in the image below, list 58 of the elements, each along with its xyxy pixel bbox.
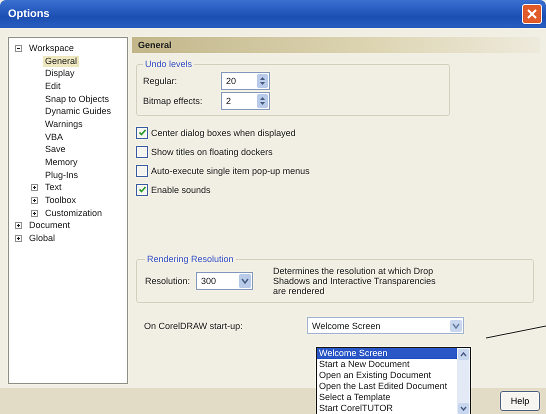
tree-item[interactable]: Warnings (43, 118, 85, 130)
tree-item[interactable]: Toolbox (43, 195, 78, 206)
dropdown-option[interactable]: Select a Template (317, 392, 457, 403)
spinner-arrows-icon[interactable] (257, 94, 268, 108)
checkbox-label: Auto-execute single item pop-up menus (151, 166, 310, 176)
dropdown-option[interactable]: Start a New Document (317, 359, 457, 370)
description-text: Determines the resolution at which Drop Shadows and Interactive Transparencies are rendered (273, 266, 437, 296)
scrollbar[interactable] (457, 348, 470, 414)
tree-item[interactable]: Workspace (27, 42, 76, 54)
field-label: Regular: (143, 76, 178, 86)
help-button[interactable]: Help (500, 391, 540, 411)
dropdown-option[interactable]: Open an Existing Document (317, 370, 457, 381)
checkbox-label: Center dialog boxes when displayed (151, 128, 296, 138)
dropdown-option[interactable]: Welcome Screen (317, 348, 457, 359)
expander-icon[interactable] (31, 197, 38, 204)
tree-item[interactable]: General (43, 56, 80, 67)
startup-dropdown[interactable]: Welcome Screen (307, 317, 464, 334)
expander-icon[interactable] (31, 184, 38, 192)
leader-line (486, 326, 546, 338)
tree-item[interactable]: VBA (43, 132, 66, 143)
scroll-down-icon[interactable] (458, 403, 469, 414)
group-title: Rendering Resolution (146, 254, 235, 264)
scroll-up-icon[interactable] (458, 349, 469, 360)
close-icon (527, 9, 537, 19)
checkbox[interactable] (136, 126, 148, 138)
window-title: Options (8, 8, 50, 20)
expander-icon[interactable] (15, 235, 22, 242)
field-label: Bitmap effects: (143, 96, 204, 106)
tree-item[interactable]: Edit (43, 80, 63, 92)
dropdown-option[interactable]: Open the Last Edited Document (317, 381, 457, 392)
checkbox[interactable] (136, 164, 148, 176)
spin-field[interactable]: 20 (221, 72, 270, 90)
field-label: On CorelDRAW start-up: (143, 320, 244, 330)
panel-header: General (132, 37, 540, 53)
checkbox[interactable] (136, 184, 148, 196)
expander-icon[interactable] (15, 44, 22, 52)
checkbox-label: Show titles on floating dockers (151, 146, 273, 156)
tree-item[interactable]: Memory (43, 157, 80, 168)
checkbox-label: Enable sounds (151, 184, 211, 194)
dropdown-option[interactable]: Start CorelTUTOR (317, 403, 457, 414)
resolution-dropdown[interactable]: 300 (196, 272, 254, 290)
tree-item[interactable]: Display (43, 68, 77, 80)
tree-item[interactable]: Plug-Ins (43, 170, 80, 181)
tree-item[interactable]: Save (43, 144, 68, 156)
tree-item[interactable]: Snap to Objects (43, 94, 112, 105)
tree-item[interactable]: Global (27, 233, 58, 244)
spinner-arrows-icon[interactable] (257, 74, 268, 88)
expander-icon[interactable] (15, 222, 22, 230)
field-label: Resolution: (145, 276, 190, 286)
checkbox[interactable] (136, 146, 148, 158)
expander-icon[interactable] (31, 210, 38, 217)
close-button[interactable] (522, 4, 542, 24)
tree-item[interactable]: Document (27, 220, 72, 232)
tree-item[interactable]: Text (43, 182, 64, 194)
group-title: Undo levels (144, 59, 194, 69)
tree-item[interactable]: Dynamic Guides (43, 106, 114, 118)
spin-field[interactable]: 2 (221, 92, 270, 110)
tree-item[interactable]: Customization (43, 208, 104, 219)
